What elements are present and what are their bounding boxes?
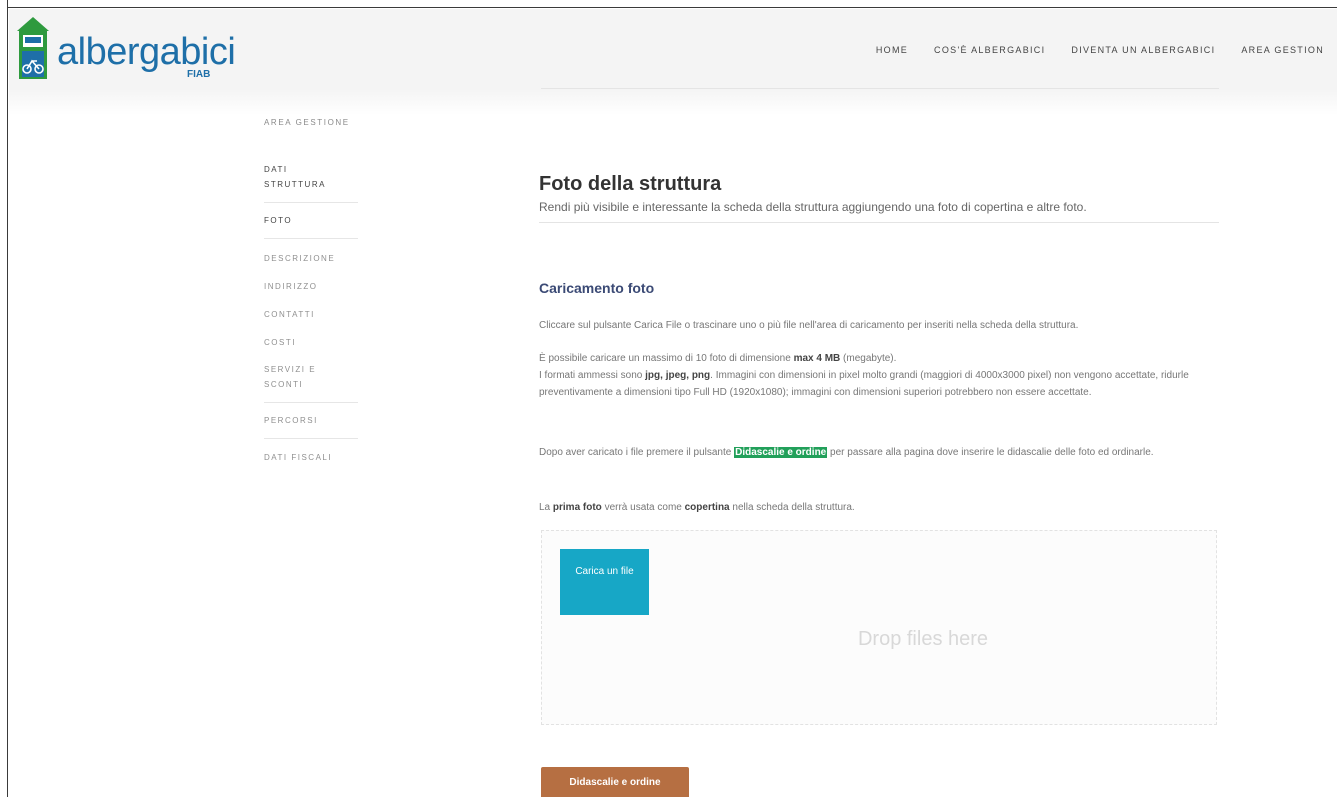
page-header: Foto della struttura Rendi più visibile … <box>539 172 1219 223</box>
captions-order-button[interactable]: Didascalie e ordine <box>541 767 689 797</box>
header-fade <box>9 89 1337 115</box>
instructions-order: Dopo aver caricato i file premere il pul… <box>539 447 1154 458</box>
sidebar-item-servizi-sconti[interactable]: SERVIZI E SCONTI <box>264 362 334 392</box>
upload-file-button[interactable]: Carica un file <box>560 549 649 615</box>
sidebar-item-dati-fiscali[interactable]: DATI FISCALI <box>264 450 358 465</box>
sidebar-item-foto[interactable]: FOTO <box>264 213 358 228</box>
page-title: Foto della struttura <box>539 173 722 195</box>
sidebar-divider <box>264 238 358 239</box>
instructions-cover: La prima foto verrà usata come copertina… <box>539 502 855 513</box>
nav-item-home[interactable]: HOME <box>863 45 921 55</box>
sidebar-divider <box>264 438 358 439</box>
nav-item-join[interactable]: DIVENTA UN ALBERGABICI <box>1058 45 1228 55</box>
highlight-order-label: Didascalie e ordine <box>734 447 828 458</box>
page-subtitle: Rendi più visibile e interessante la sch… <box>539 200 1087 214</box>
instructions-upload: Cliccare sul pulsante Carica File o tras… <box>539 320 1079 331</box>
logo-wordmark: albergabici <box>57 31 236 73</box>
window-frame-left <box>0 0 8 797</box>
sidebar-item-percorsi[interactable]: PERCORSI <box>264 413 358 428</box>
sidebar-item-indirizzo[interactable]: INDIRIZZO <box>264 279 358 294</box>
logo-subtitle: FIAB <box>187 69 211 80</box>
instructions-limits: È possibile caricare un massimo di 10 fo… <box>539 353 1189 398</box>
site-header: albergabici FIAB HOME COS'È ALBERGABICI … <box>9 9 1337 89</box>
sidebar-item-descrizione[interactable]: DESCRIZIONE <box>264 251 358 266</box>
section-title: Caricamento foto <box>539 280 655 296</box>
nav-item-about[interactable]: COS'È ALBERGABICI <box>921 45 1058 55</box>
dropzone-placeholder: Drop files here <box>857 628 989 650</box>
bike-house-icon <box>13 15 53 79</box>
file-dropzone[interactable]: Carica un file Drop files here <box>541 530 1217 725</box>
sidebar-nav: DATI STRUTTURA FOTO DESCRIZIONE INDIRIZZ… <box>264 162 358 465</box>
sidebar-divider <box>264 202 358 203</box>
window-frame-top <box>0 0 1337 8</box>
nav-item-management[interactable]: AREA GESTION <box>1228 45 1337 55</box>
sidebar-item-dati-struttura[interactable]: DATI STRUTTURA <box>264 162 344 192</box>
main-nav: HOME COS'È ALBERGABICI DIVENTA UN ALBERG… <box>863 45 1337 55</box>
header-divider <box>541 88 1219 89</box>
sidebar-item-costi[interactable]: COSTI <box>264 335 358 350</box>
sidebar-item-contatti[interactable]: CONTATTI <box>264 307 358 322</box>
title-divider <box>539 222 1219 223</box>
sidebar-divider <box>264 402 358 403</box>
sidebar-heading: AREA GESTIONE <box>264 118 350 127</box>
